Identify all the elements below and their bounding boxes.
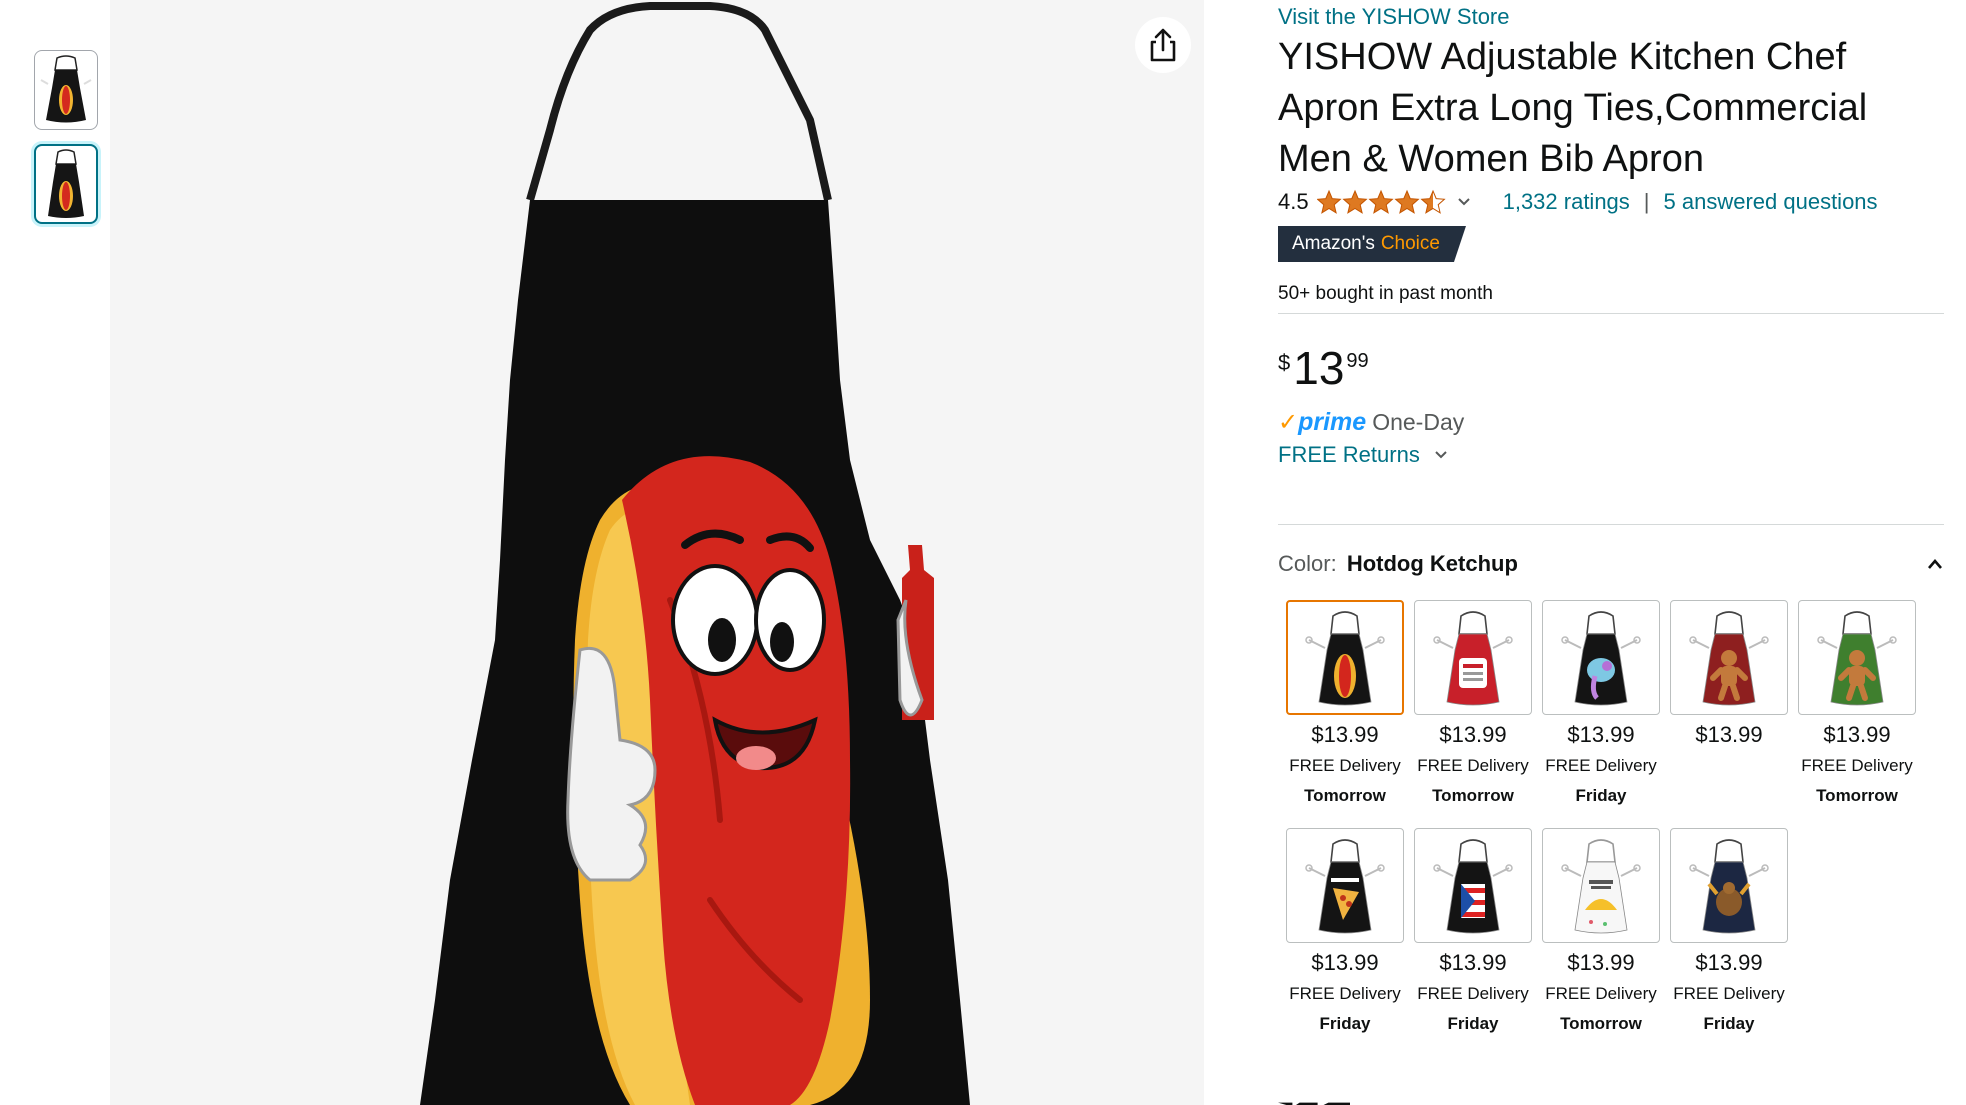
product-title: YISHOW Adjustable Kitchen Chef Apron Ext…	[1278, 36, 1868, 180]
color-swatch[interactable]: $13.99 FREE Delivery Tomorrow	[1414, 600, 1532, 807]
swatch-delivery: FREE Delivery	[1545, 756, 1657, 775]
free-returns-label: FREE Returns	[1278, 442, 1420, 467]
chevron-down-icon	[1435, 451, 1447, 459]
prime-one-day: One-Day	[1372, 409, 1465, 435]
swatch-price: $13.99	[1439, 722, 1507, 747]
swatch-image[interactable]	[1542, 600, 1660, 715]
price-symbol: $	[1278, 350, 1291, 375]
rating-dropdown[interactable]	[1457, 197, 1471, 207]
swatch-delivery: FREE Delivery	[1417, 756, 1529, 775]
color-label: Color:	[1278, 551, 1337, 576]
color-swatch[interactable]: $13.99	[1670, 600, 1788, 757]
swatch-image[interactable]	[1798, 600, 1916, 715]
swatch-image[interactable]	[1542, 828, 1660, 943]
color-selector-header[interactable]: Color: Hotdog Ketchup	[1278, 551, 1944, 577]
swatch-delivery-day: Friday	[1447, 1014, 1499, 1033]
apron-swatch-icon	[1817, 610, 1897, 705]
color-swatch[interactable]: $13.99 FREE Delivery Friday	[1542, 600, 1660, 807]
swatch-price: $13.99	[1823, 722, 1891, 747]
apron-swatch-icon	[1689, 838, 1769, 933]
star-rating[interactable]	[1316, 189, 1447, 215]
swatch-delivery-day: Friday	[1319, 1014, 1371, 1033]
badge-text-accent: Choice	[1380, 233, 1440, 254]
prime-delivery: ✓ prime One-Day	[1278, 408, 1464, 437]
share-button[interactable]	[1135, 17, 1191, 73]
share-icon	[1150, 28, 1176, 62]
swatch-delivery: FREE Delivery	[1289, 756, 1401, 775]
next-section-heading-fragment	[1278, 1093, 1458, 1105]
swatch-image[interactable]	[1286, 828, 1404, 943]
swatch-delivery-day: Friday	[1703, 1014, 1755, 1033]
thumbnail-apron-image	[40, 55, 92, 123]
prime-check-icon: ✓	[1278, 409, 1299, 436]
swatch-price: $13.99	[1567, 722, 1635, 747]
color-swatch[interactable]: $13.99 FREE Delivery Tomorrow	[1286, 600, 1404, 807]
separator: |	[1643, 189, 1650, 214]
ratings-link[interactable]: 1,332 ratings	[1503, 189, 1630, 215]
swatch-price: $13.99	[1695, 722, 1763, 747]
apron-swatch-icon	[1433, 610, 1513, 705]
apron-swatch-icon	[1433, 838, 1513, 933]
color-swatch[interactable]: $13.99 FREE Delivery Friday	[1286, 828, 1404, 1035]
store-link[interactable]: Visit the YISHOW Store	[1278, 4, 1510, 30]
swatch-image[interactable]	[1414, 828, 1532, 943]
free-returns-link[interactable]: FREE Returns	[1278, 442, 1448, 468]
badge-text-primary: Amazon's	[1292, 233, 1375, 254]
color-swatch[interactable]: $13.99 FREE Delivery Tomorrow	[1798, 600, 1916, 807]
main-product-image[interactable]	[110, 0, 1204, 1105]
amazons-choice-badge[interactable]: Amazon's Choice	[1278, 226, 1466, 262]
swatch-delivery: FREE Delivery	[1801, 756, 1913, 775]
prime-logo: prime	[1298, 408, 1367, 436]
chevron-down-icon	[1457, 198, 1470, 206]
stars-icon	[1316, 190, 1445, 214]
swatch-price: $13.99	[1311, 950, 1379, 975]
swatch-delivery-day: Tomorrow	[1304, 786, 1386, 805]
swatch-delivery-day: Friday	[1575, 786, 1627, 805]
price-fraction: 99	[1346, 350, 1369, 372]
divider	[1278, 524, 1944, 525]
swatch-delivery-day: Tomorrow	[1560, 1014, 1642, 1033]
price-whole: 13	[1293, 342, 1345, 394]
thumbnail-1[interactable]	[34, 50, 98, 130]
swatch-price: $13.99	[1311, 722, 1379, 747]
swatch-delivery: FREE Delivery	[1673, 984, 1785, 1003]
apron-swatch-icon	[1561, 838, 1641, 933]
apron-swatch-icon	[1689, 610, 1769, 705]
bought-count: 50+ bought in past month	[1278, 283, 1493, 304]
price: $ 13 99	[1278, 342, 1369, 394]
chevron-up-icon[interactable]	[1926, 558, 1944, 570]
swatch-delivery: FREE Delivery	[1545, 984, 1657, 1003]
thumbnail-2[interactable]	[34, 144, 98, 224]
divider	[1278, 313, 1944, 314]
color-swatch[interactable]: $13.99 FREE Delivery Friday	[1670, 828, 1788, 1035]
rating-value: 4.5	[1278, 189, 1309, 214]
apron-swatch-icon	[1305, 610, 1385, 705]
swatch-delivery-day: Tomorrow	[1432, 786, 1514, 805]
color-swatch[interactable]: $13.99 FREE Delivery Friday	[1414, 828, 1532, 1035]
thumbnail-apron-image	[48, 149, 84, 218]
swatch-price: $13.99	[1695, 950, 1763, 975]
swatch-delivery-day: Tomorrow	[1816, 786, 1898, 805]
swatch-price: $13.99	[1567, 950, 1635, 975]
swatch-image[interactable]	[1670, 828, 1788, 943]
thumbnail-list	[34, 50, 100, 238]
apron-swatch-icon	[1561, 610, 1641, 705]
swatch-image[interactable]	[1414, 600, 1532, 715]
swatch-price: $13.99	[1439, 950, 1507, 975]
color-value: Hotdog Ketchup	[1346, 551, 1518, 576]
color-swatch[interactable]: $13.99 FREE Delivery Tomorrow	[1542, 828, 1660, 1035]
swatch-image[interactable]	[1670, 600, 1788, 715]
swatch-delivery: FREE Delivery	[1417, 984, 1529, 1003]
rating-row: 4.5 1,332 ratings | 5 answered questions	[1278, 186, 1878, 218]
swatch-image[interactable]	[1286, 600, 1404, 715]
answered-questions-link[interactable]: 5 answered questions	[1664, 189, 1878, 215]
apron-swatch-icon	[1305, 838, 1385, 933]
apron-artwork	[420, 2, 970, 1105]
swatch-delivery: FREE Delivery	[1289, 984, 1401, 1003]
